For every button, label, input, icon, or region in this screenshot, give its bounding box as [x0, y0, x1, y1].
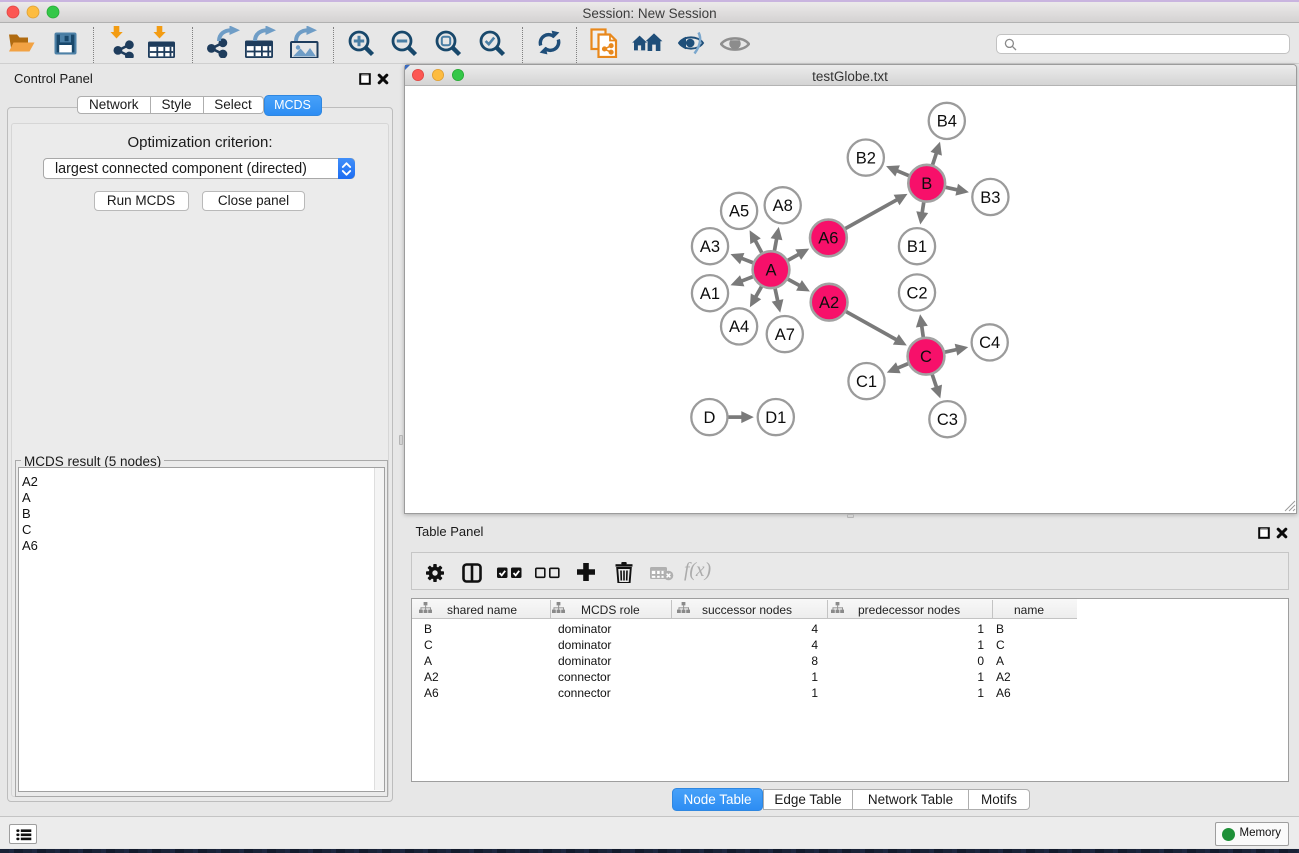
- svg-text:C3: C3: [937, 411, 958, 429]
- svg-text:B1: B1: [907, 238, 927, 256]
- svg-text:A3: A3: [700, 238, 720, 256]
- svg-text:A8: A8: [773, 197, 793, 215]
- svg-text:C4: C4: [979, 334, 1000, 352]
- svg-text:A1: A1: [700, 285, 720, 303]
- svg-text:B3: B3: [980, 189, 1000, 207]
- svg-text:D1: D1: [765, 409, 786, 427]
- svg-text:A2: A2: [819, 294, 839, 312]
- svg-text:C1: C1: [856, 373, 877, 391]
- svg-text:A5: A5: [729, 203, 749, 221]
- svg-text:C2: C2: [906, 284, 927, 302]
- svg-text:B4: B4: [937, 113, 957, 131]
- svg-text:C: C: [920, 348, 932, 366]
- svg-text:A7: A7: [775, 326, 795, 344]
- svg-text:D: D: [703, 409, 715, 427]
- svg-text:B2: B2: [856, 149, 876, 167]
- svg-text:A: A: [765, 262, 776, 280]
- svg-text:B: B: [921, 175, 932, 193]
- svg-text:A4: A4: [729, 318, 749, 336]
- svg-text:A6: A6: [818, 230, 838, 248]
